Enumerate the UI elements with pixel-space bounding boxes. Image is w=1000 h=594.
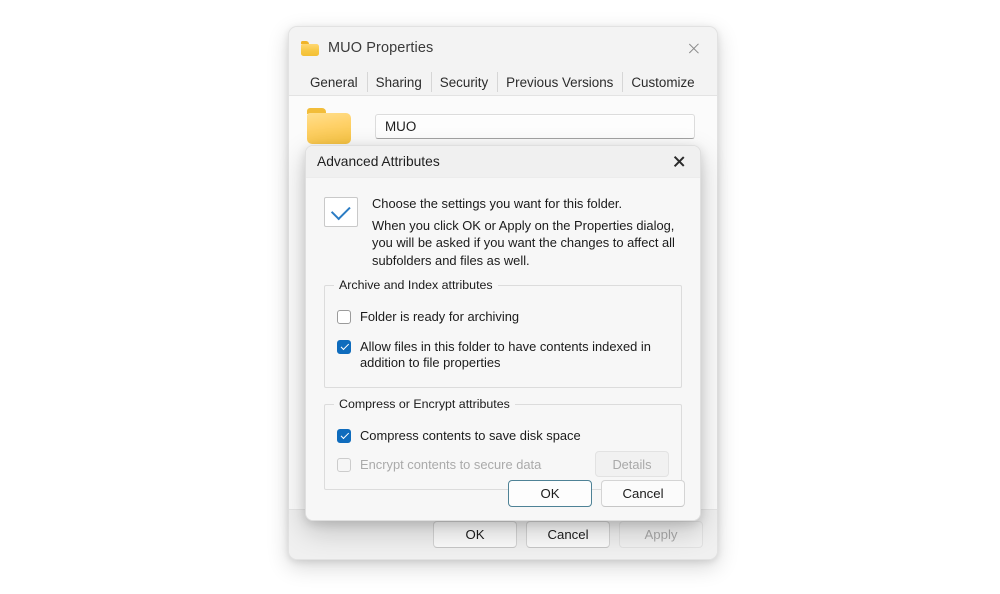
index-label: Allow files in this folder to have conte… bbox=[360, 338, 651, 371]
archive-index-group: Archive and Index attributes Folder is r… bbox=[324, 278, 682, 388]
intro-line-1: Choose the settings you want for this fo… bbox=[372, 196, 623, 211]
advanced-dialog-title: Advanced Attributes bbox=[317, 154, 440, 169]
checkbox-preview-icon bbox=[324, 197, 358, 227]
properties-cancel-button[interactable]: Cancel bbox=[526, 521, 610, 548]
details-button-wrap: Details bbox=[595, 447, 669, 477]
checkbox-row-archiving[interactable]: Folder is ready for archiving bbox=[337, 306, 669, 329]
tab-security[interactable]: Security bbox=[430, 69, 497, 95]
compress-checkbox[interactable] bbox=[337, 428, 351, 443]
intro-text: Choose the settings you want for this fo… bbox=[372, 195, 682, 269]
compress-encrypt-group: Compress or Encrypt attributes Compress … bbox=[324, 396, 682, 490]
tab-strip: General Sharing Security Previous Versio… bbox=[289, 69, 717, 96]
checkbox-row-index[interactable]: Allow files in this folder to have conte… bbox=[337, 336, 669, 375]
properties-apply-button: Apply bbox=[619, 521, 703, 548]
properties-ok-button[interactable]: OK bbox=[433, 521, 517, 548]
folder-icon-large bbox=[307, 108, 351, 144]
tab-sharing[interactable]: Sharing bbox=[366, 69, 431, 95]
advanced-ok-button[interactable]: OK bbox=[508, 480, 592, 507]
properties-titlebar: MUO Properties bbox=[289, 27, 717, 69]
advanced-dialog-body: Choose the settings you want for this fo… bbox=[306, 178, 700, 520]
archiving-label: Folder is ready for archiving bbox=[360, 309, 520, 324]
tab-customize[interactable]: Customize bbox=[622, 69, 703, 95]
compress-encrypt-group-label: Compress or Encrypt attributes bbox=[334, 396, 515, 411]
checkbox-row-encrypt: Encrypt contents to secure data bbox=[337, 454, 595, 477]
index-checkbox[interactable] bbox=[337, 339, 351, 354]
folder-icon bbox=[301, 40, 319, 56]
encrypt-row: Encrypt contents to secure data Details bbox=[337, 447, 669, 477]
advanced-footer: OK Cancel bbox=[508, 480, 685, 507]
close-icon bbox=[673, 155, 686, 168]
details-button: Details bbox=[595, 451, 669, 477]
folder-name-row: MUO bbox=[289, 96, 717, 144]
advanced-close-button[interactable] bbox=[658, 146, 700, 177]
checkbox-row-compress[interactable]: Compress contents to save disk space bbox=[337, 425, 669, 448]
compress-label: Compress contents to save disk space bbox=[360, 427, 581, 443]
folder-name-input[interactable]: MUO bbox=[375, 113, 695, 139]
screen: MUO Properties General Sharing Security … bbox=[0, 0, 1000, 594]
folder-name-value: MUO bbox=[385, 118, 417, 134]
intro-line-2: When you click OK or Apply on the Proper… bbox=[372, 217, 675, 268]
advanced-titlebar: Advanced Attributes bbox=[306, 146, 700, 178]
intro-section: Choose the settings you want for this fo… bbox=[324, 178, 682, 269]
tab-previous-versions[interactable]: Previous Versions bbox=[497, 69, 622, 95]
encrypt-checkbox bbox=[337, 458, 351, 472]
window-title: MUO Properties bbox=[328, 40, 434, 56]
archive-index-group-label: Archive and Index attributes bbox=[334, 278, 498, 292]
tab-general[interactable]: General bbox=[301, 69, 367, 96]
encrypt-label: Encrypt contents to secure data bbox=[360, 457, 542, 472]
close-icon bbox=[688, 42, 701, 55]
close-button[interactable] bbox=[671, 27, 717, 69]
archiving-checkbox[interactable] bbox=[337, 310, 351, 324]
advanced-cancel-button[interactable]: Cancel bbox=[601, 480, 685, 507]
advanced-attributes-dialog: Advanced Attributes Choose the settings … bbox=[305, 145, 701, 521]
